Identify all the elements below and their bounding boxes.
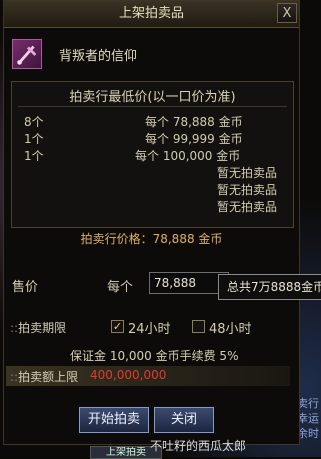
side-text: 幸运 xyxy=(297,412,319,425)
limit-label-text: 拍卖额上限 xyxy=(18,370,79,384)
panel-divider xyxy=(18,106,287,107)
row-price: 每个 78,888 金币 xyxy=(145,115,243,129)
list-item: 1个 每个 100,000 金币 xyxy=(12,147,293,163)
item-name: 背叛者的信仰 xyxy=(59,49,138,64)
per-unit-label: 每个 xyxy=(107,280,134,295)
duration-label-text: 拍卖期限 xyxy=(18,321,67,335)
lowest-price-panel: 拍卖行最低价(以一口价为准) 8个 每个 78,888 金币 1个 每个 99,… xyxy=(11,81,294,228)
start-auction-button[interactable]: 开始拍卖 xyxy=(79,407,149,433)
auction-price-label: 拍卖行价格： xyxy=(80,232,153,246)
row-price: 每个 99,999 金币 xyxy=(145,132,243,146)
sell-price-label: 售价 xyxy=(12,280,39,295)
list-item: 暂无拍卖品 xyxy=(12,198,293,214)
weapon-item-icon xyxy=(12,39,42,69)
row-price: 每个 100,000 金币 xyxy=(135,149,241,163)
checkbox-24h[interactable]: ✓ xyxy=(111,320,124,333)
empty-row-text: 暂无拍卖品 xyxy=(216,183,277,197)
row-quantity: 1个 xyxy=(24,132,44,146)
option-48h-label[interactable]: 48小时 xyxy=(209,318,252,337)
close-button[interactable]: 关闭 xyxy=(154,407,214,433)
empty-row-text: 暂无拍卖品 xyxy=(216,200,277,214)
option-24h-label[interactable]: 24小时 xyxy=(128,318,171,337)
duration-label: ::拍卖期限 xyxy=(10,319,66,336)
watermark: 不吐籽的西瓜太郎 xyxy=(150,439,247,453)
label-marker: :: xyxy=(10,321,19,335)
auction-price-value: 78,888 金币 xyxy=(152,232,223,246)
total-price-tooltip: 总共7万8888金币 xyxy=(218,274,321,300)
window-title: 上架拍卖品 xyxy=(4,1,299,28)
row-quantity: 8个 xyxy=(24,115,44,129)
fee-info: 保证金 10,000 金币手续费 5% xyxy=(70,349,239,363)
list-item: 暂无拍卖品 xyxy=(12,181,293,197)
limit-row: ::拍卖额上限 400,000,000 xyxy=(6,366,290,386)
list-item: 8个 每个 78,888 金币 xyxy=(12,113,293,129)
price-input[interactable]: 78,888 xyxy=(149,272,229,294)
checkbox-48h[interactable] xyxy=(192,320,205,333)
label-marker: :: xyxy=(10,370,19,384)
empty-row-text: 暂无拍卖品 xyxy=(216,166,277,180)
list-item: 暂无拍卖品 xyxy=(12,164,293,180)
limit-value: 400,000,000 xyxy=(90,368,167,382)
panel-title: 拍卖行最低价(以一口价为准) xyxy=(69,90,236,105)
limit-label: ::拍卖额上限 xyxy=(10,368,78,385)
list-item: 1个 每个 99,999 金币 xyxy=(12,130,293,146)
auction-price-summary: 拍卖行价格：78,888 金币 xyxy=(4,230,299,247)
row-quantity: 1个 xyxy=(24,149,44,163)
close-icon[interactable]: X xyxy=(277,3,297,23)
